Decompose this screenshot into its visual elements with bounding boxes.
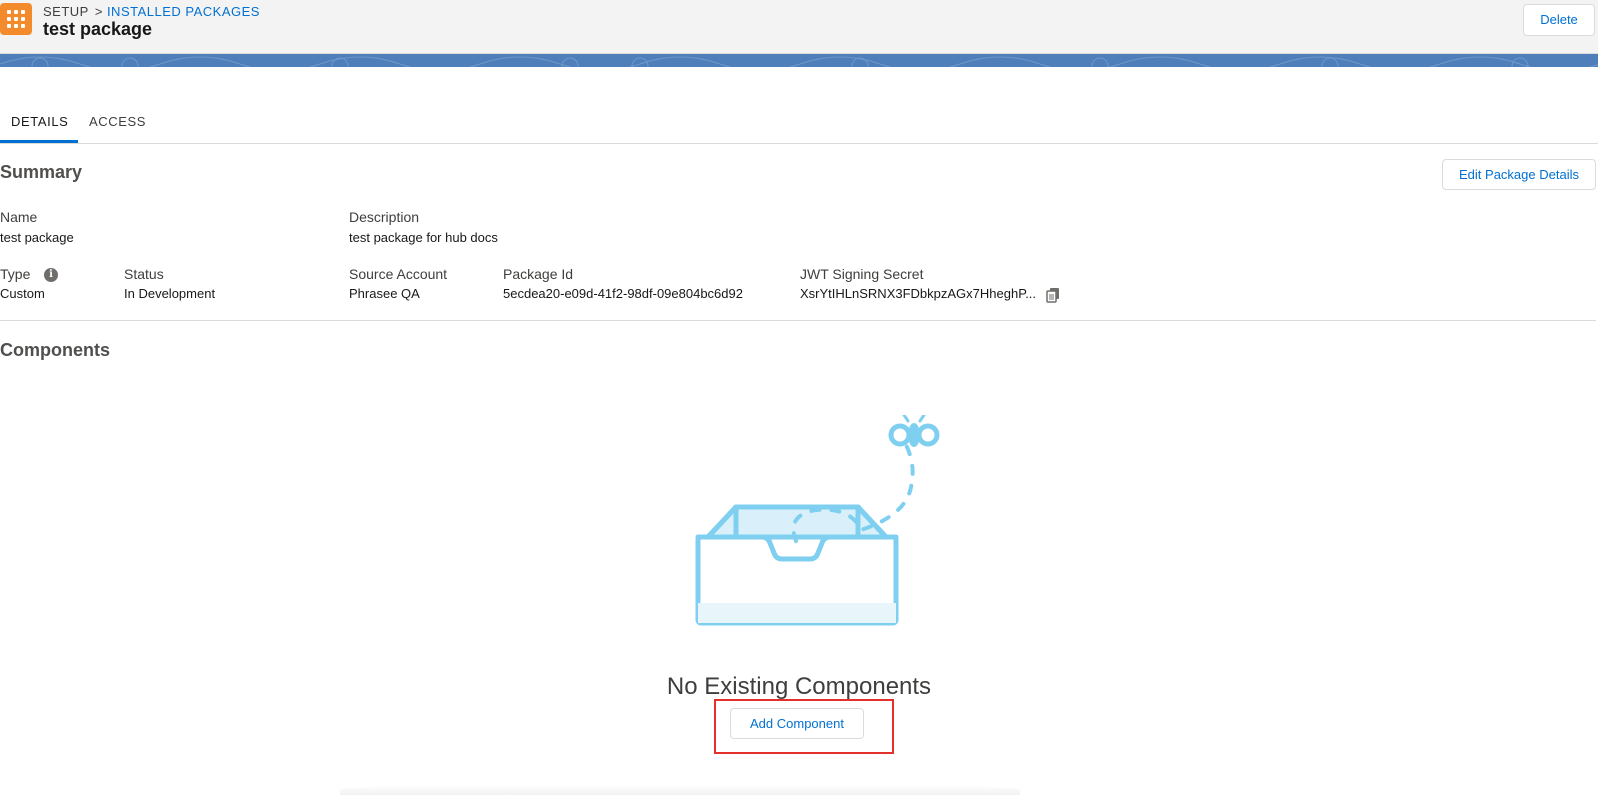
package-id-value: 5ecdea20-e09d-41f2-98df-09e804bc6d92 [503,286,743,301]
breadcrumb-separator: > [94,4,103,19]
empty-inbox-illustration [686,413,958,627]
app-launcher-grid-icon[interactable] [0,3,32,35]
type-label: Type [0,266,31,282]
copy-icon[interactable] [1045,287,1061,303]
name-label: Name [0,209,38,225]
source-account-value: Phrasee QA [349,286,420,301]
section-divider [0,320,1596,321]
type-value: Custom [0,286,45,301]
source-account-label: Source Account [349,266,448,282]
info-icon[interactable]: i [44,268,58,282]
breadcrumb: SETUP > INSTALLED PACKAGES [43,4,260,19]
bottom-shadow [340,784,1020,795]
tab-bar: DETAILS ACCESS [0,110,1598,144]
status-label: Status [124,266,164,282]
tab-access[interactable]: ACCESS [78,110,157,143]
status-value: In Development [124,286,216,301]
tab-details[interactable]: DETAILS [0,110,78,143]
edit-package-details-button[interactable]: Edit Package Details [1442,159,1596,190]
breadcrumb-root: SETUP [43,4,89,19]
decorative-banner [0,54,1598,67]
page-header: SETUP > INSTALLED PACKAGES test package De… [0,0,1598,54]
components-heading: Components [0,340,110,360]
summary-heading: Summary [0,162,83,182]
delete-button[interactable]: Delete [1523,4,1595,36]
description-label: Description [349,209,420,225]
page-title: test package [43,19,153,39]
jwt-secret-value: XsrYtIHLnSRNX3FDbkpzAGx7HheghP... [800,286,1037,301]
breadcrumb-installed-packages-link[interactable]: INSTALLED PACKAGES [107,4,260,19]
description-value: test package for hub docs [349,230,498,245]
empty-state-title: No Existing Components [666,673,932,700]
highlight-box [714,699,894,754]
jwt-secret-label: JWT Signing Secret [800,266,924,282]
package-id-label: Package Id [503,266,574,282]
name-value: test package [0,230,74,245]
